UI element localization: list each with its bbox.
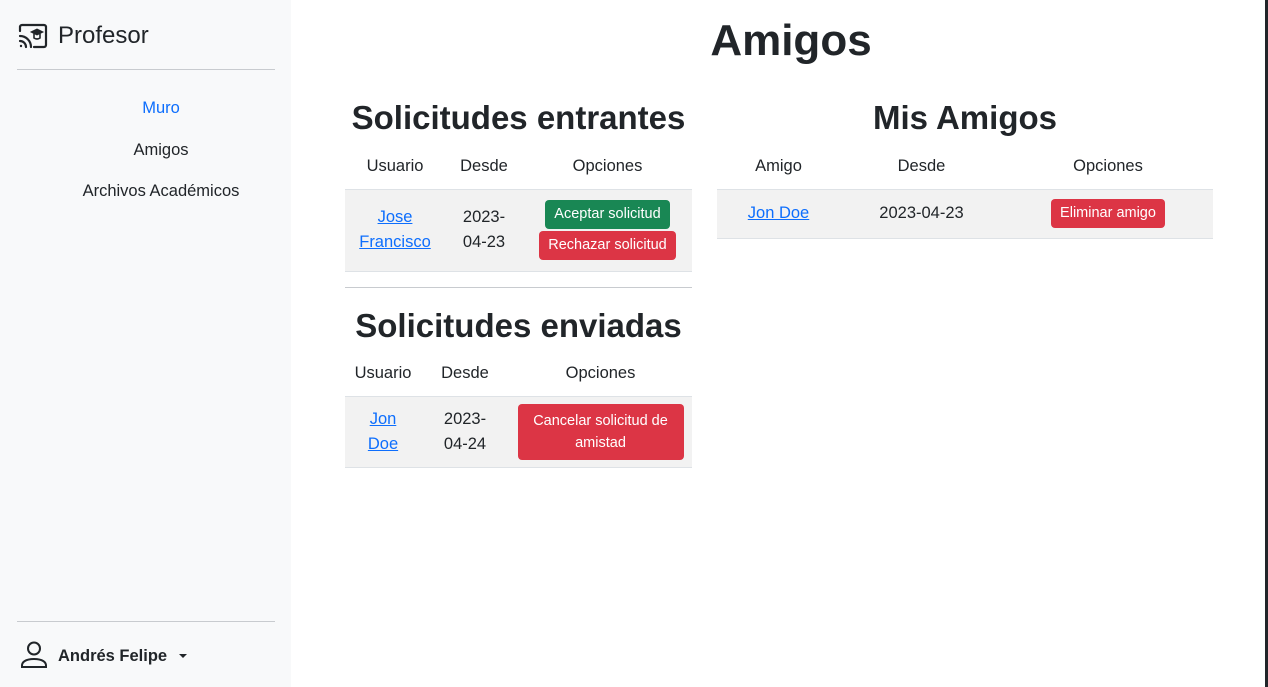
user-link[interactable]: Jon Doe [368, 410, 398, 453]
accept-request-button[interactable]: Aceptar solicitud [545, 199, 670, 229]
column-header-amigo: Amigo [717, 145, 840, 190]
sidebar-nav: Muro Amigos Archivos Académicos [17, 88, 305, 213]
incoming-requests-title: Solicitudes entrantes [351, 99, 686, 136]
user-name: Andrés Felipe [58, 646, 168, 665]
user-cell: Jose Francisco [345, 189, 445, 272]
my-friends-table: Amigo Desde Opciones Jon Doe 2023-04-23 … [717, 145, 1213, 239]
sidebar: Profesor Muro Amigos Archivos Académicos… [0, 0, 291, 687]
incoming-requests-table: Usuario Desde Opciones Jose Francisco 20… [345, 145, 692, 272]
since-cell: 2023-04-23 [445, 189, 523, 272]
my-friends-title: Mis Amigos [873, 99, 1057, 136]
friend-cell: Jon Doe [717, 189, 840, 239]
user-cell: Jon Doe [345, 396, 421, 468]
table-header-row: Usuario Desde Opciones [345, 145, 692, 190]
cast-icon [18, 23, 48, 49]
column-header-opciones: Opciones [1003, 145, 1213, 190]
column-header-opciones: Opciones [509, 352, 692, 397]
column-header-usuario: Usuario [345, 145, 445, 190]
table-row: Jose Francisco 2023-04-23 Aceptar solici… [345, 189, 692, 272]
column-header-desde: Desde [421, 352, 509, 397]
options-cell: Cancelar solicitud de amistad [509, 396, 692, 468]
sidebar-item-amigos[interactable]: Amigos [17, 130, 305, 172]
user-dropdown[interactable]: Andrés Felipe [20, 640, 188, 673]
options-cell: Aceptar solicitud Rechazar solicitud [523, 189, 692, 272]
reject-request-button[interactable]: Rechazar solicitud [539, 231, 676, 261]
column-header-desde: Desde [840, 145, 1003, 190]
since-cell: 2023-04-23 [840, 189, 1003, 239]
person-icon [20, 640, 48, 673]
friend-link[interactable]: Jon Doe [748, 204, 809, 222]
sidebar-item-archivos-academicos[interactable]: Archivos Académicos [17, 171, 305, 213]
user-link[interactable]: Jose Francisco [359, 208, 431, 251]
table-header-row: Usuario Desde Opciones [345, 352, 692, 397]
sidebar-item-muro[interactable]: Muro [17, 88, 305, 130]
since-cell: 2023-04-24 [421, 396, 509, 468]
column-header-desde: Desde [445, 145, 523, 190]
sent-requests-title: Solicitudes enviadas [355, 307, 682, 344]
column-header-usuario: Usuario [345, 352, 421, 397]
table-row: Jon Doe 2023-04-24 Cancelar solicitud de… [345, 396, 692, 468]
section-divider [345, 287, 692, 288]
table-header-row: Amigo Desde Opciones [717, 145, 1213, 190]
table-row: Jon Doe 2023-04-23 Eliminar amigo [717, 189, 1213, 239]
sent-requests-table: Usuario Desde Opciones Jon Doe 2023-04-2… [345, 352, 692, 468]
brand-label: Profesor [58, 22, 149, 49]
caret-down-icon [179, 654, 188, 658]
page-title: Amigos [710, 16, 872, 65]
remove-friend-button[interactable]: Eliminar amigo [1051, 198, 1165, 229]
options-cell: Eliminar amigo [1003, 189, 1213, 239]
sidebar-divider-bottom [17, 621, 275, 622]
cancel-request-button[interactable]: Cancelar solicitud de amistad [517, 403, 684, 460]
column-header-opciones: Opciones [523, 145, 692, 190]
brand-link[interactable]: Profesor [18, 18, 149, 54]
sidebar-divider-top [17, 69, 275, 70]
